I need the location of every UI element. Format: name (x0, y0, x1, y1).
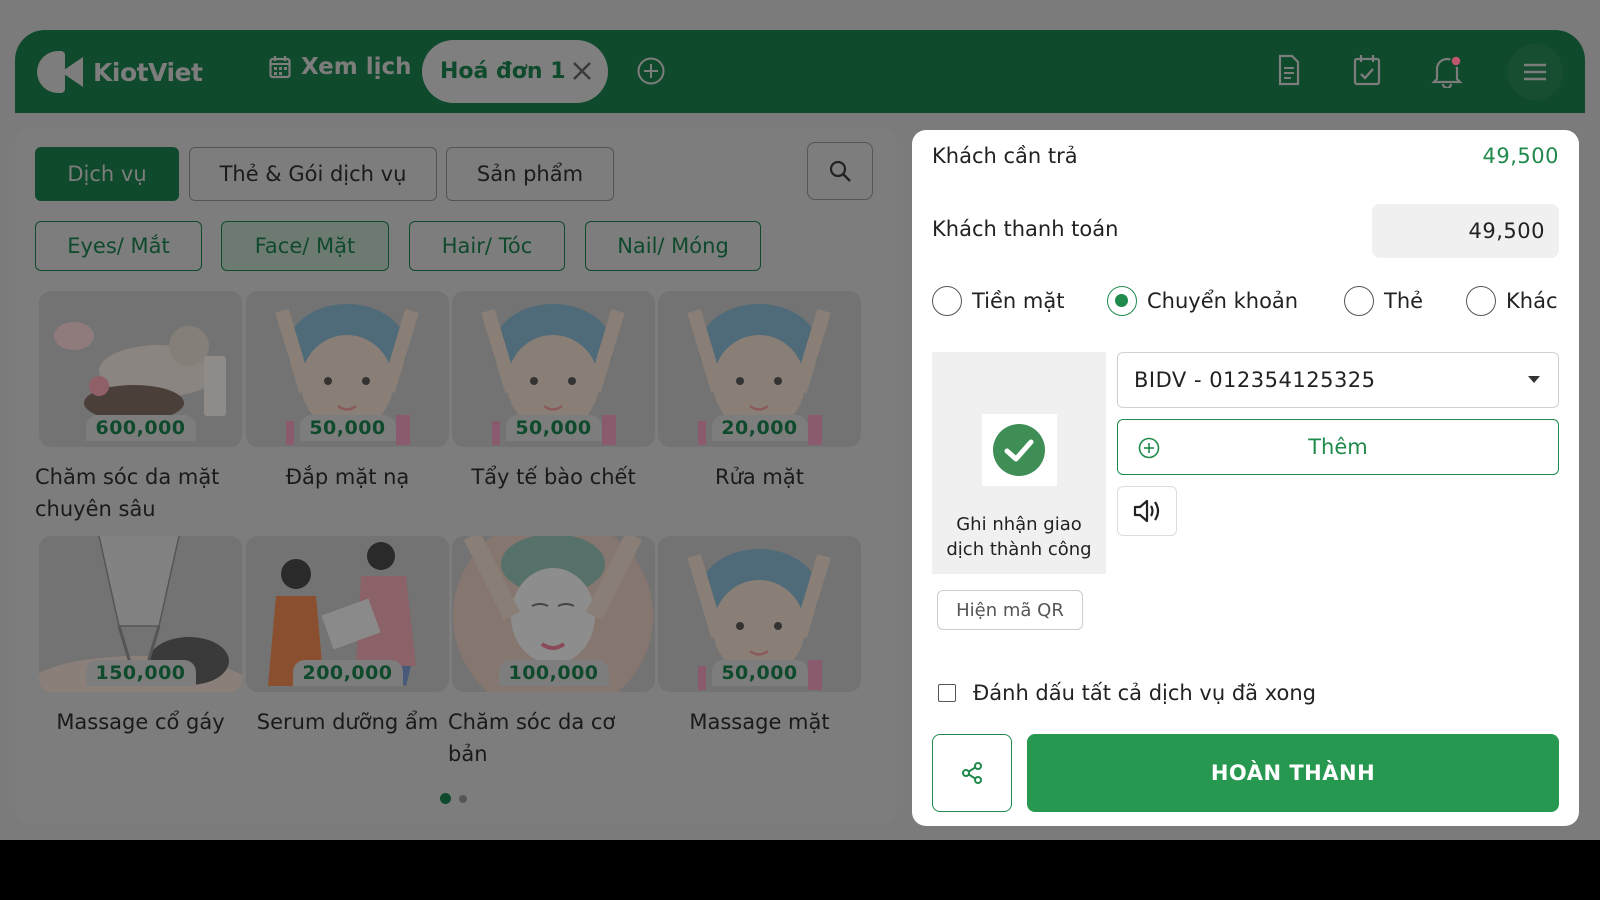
customer-paid-label: Khách thanh toán (932, 217, 1119, 241)
add-account-label: Thêm (1308, 435, 1368, 459)
check-circle-icon (993, 424, 1045, 476)
service-price: 150,000 (85, 660, 196, 686)
mark-all-label: Đánh dấu tất cả dịch vụ đã xong (973, 681, 1316, 705)
service-name: Serum dưỡng ẩm (256, 710, 439, 734)
pagination-dots[interactable] (440, 793, 467, 804)
search-button[interactable] (807, 142, 873, 200)
close-icon[interactable] (570, 59, 594, 83)
amount-due-label: Khách cần trả (932, 144, 1078, 168)
radio-circle[interactable] (1344, 286, 1374, 316)
service-price: 600,000 (85, 415, 196, 441)
service-name: Massage mặt (689, 710, 830, 734)
radio-circle-selected[interactable] (1107, 286, 1137, 316)
show-qr-button[interactable]: Hiện mã QR (937, 590, 1083, 630)
bell-icon[interactable] (1431, 54, 1463, 88)
service-name: Massage cổ gáy (56, 710, 225, 734)
service-card[interactable]: 20,000 Rửa mặt (658, 291, 861, 493)
service-image: 200,000 (246, 536, 449, 692)
mark-all-done[interactable]: Đánh dấu tất cả dịch vụ đã xong (938, 681, 1316, 705)
brand-logo: KiotViet (37, 51, 203, 93)
service-image: 600,000 (39, 291, 242, 447)
schedule-label: Xem lịch (301, 54, 412, 80)
service-name: Đắp mặt nạ (285, 465, 410, 489)
service-price: 50,000 (299, 415, 396, 441)
sound-toggle-button[interactable] (1117, 486, 1177, 536)
service-card[interactable]: 100,000 Chăm sóc da cơ bản (448, 536, 655, 770)
tab-invoice-label: Hoá đơn 1 (440, 59, 566, 84)
kiotviet-logo-icon (37, 51, 83, 93)
service-card[interactable]: 50,000 Tẩy tế bào chết (452, 291, 655, 493)
app-screen: KiotViet Xem lịch Hoá đơn 1 Dịch vụ Thẻ … (0, 0, 1600, 840)
complete-button[interactable]: HOÀN THÀNH (1027, 734, 1559, 812)
tab-products[interactable]: Sản phẩm (446, 147, 614, 201)
service-card[interactable]: 150,000 Massage cổ gáy (39, 536, 242, 738)
radio-circle[interactable] (932, 286, 962, 316)
chevron-down-icon (1528, 376, 1540, 383)
radio-circle[interactable] (1466, 286, 1496, 316)
service-card[interactable]: 600,000 Chăm sóc da mặt chuyên sâu (35, 291, 242, 525)
service-name: Chăm sóc da cơ bản (448, 710, 616, 766)
menu-button[interactable] (1507, 44, 1563, 100)
method-other[interactable]: Khác (1466, 286, 1558, 316)
customer-paid-input[interactable]: 49,500 (1372, 204, 1559, 258)
bank-account-select[interactable]: BIDV - 012354125325 (1117, 352, 1559, 408)
page-dot-active[interactable] (440, 793, 451, 804)
add-tab-icon[interactable] (636, 56, 666, 86)
subtab-eyes[interactable]: Eyes/ Mắt (35, 221, 202, 271)
service-name: Tẩy tế bào chết (471, 465, 636, 489)
method-label: Khác (1506, 289, 1558, 313)
speaker-icon (1133, 499, 1160, 523)
method-label: Tiền mặt (972, 289, 1065, 313)
service-card[interactable]: 50,000 Đắp mặt nạ (246, 291, 449, 493)
service-image: 50,000 (246, 291, 449, 447)
service-price: 50,000 (505, 415, 602, 441)
service-image: 50,000 (452, 291, 655, 447)
service-image: 150,000 (39, 536, 242, 692)
share-button[interactable] (932, 734, 1012, 812)
service-name: Rửa mặt (714, 465, 804, 489)
method-label: Thẻ (1384, 289, 1424, 313)
share-icon (962, 762, 982, 784)
service-image: 20,000 (658, 291, 861, 447)
top-header: KiotViet Xem lịch Hoá đơn 1 (15, 30, 1585, 113)
search-icon (829, 160, 851, 182)
plus-circle-icon (1138, 437, 1160, 459)
bottom-bar (0, 840, 1600, 900)
service-catalog-panel: Dịch vụ Thẻ & Gói dịch vụ Sản phẩm Eyes/… (15, 128, 897, 824)
method-cash[interactable]: Tiền mặt (932, 286, 1064, 316)
method-label: Chuyển khoản (1147, 289, 1299, 313)
subtab-nail[interactable]: Nail/ Móng (585, 221, 761, 271)
brand-name: KiotViet (93, 57, 203, 87)
add-account-button[interactable]: Thêm (1117, 419, 1559, 475)
service-price: 100,000 (498, 660, 609, 686)
subtab-face[interactable]: Face/ Mặt (221, 221, 389, 271)
service-card[interactable]: 200,000 Serum dưỡng ẩm (246, 536, 449, 738)
service-image: 50,000 (658, 536, 861, 692)
success-message: Ghi nhận giao dịch thành công (946, 514, 1092, 560)
service-price: 200,000 (292, 660, 403, 686)
menu-icon (1524, 63, 1546, 81)
schedule-link[interactable]: Xem lịch (269, 54, 411, 80)
service-price: 20,000 (711, 415, 808, 441)
calendar-icon (269, 56, 291, 79)
method-transfer[interactable]: Chuyển khoản (1107, 286, 1298, 316)
invoice-icon[interactable] (1277, 54, 1301, 86)
calendar-check-icon[interactable] (1353, 54, 1381, 86)
service-price: 50,000 (711, 660, 808, 686)
transaction-status-box: Ghi nhận giao dịch thành công (932, 352, 1106, 574)
method-card[interactable]: Thẻ (1344, 286, 1423, 316)
payment-panel: Khách cần trả 49,500 Khách thanh toán 49… (912, 130, 1579, 826)
tab-services[interactable]: Dịch vụ (35, 147, 179, 201)
service-card[interactable]: 50,000 Massage mặt (658, 536, 861, 738)
success-badge (981, 414, 1057, 486)
service-name: Chăm sóc da mặt chuyên sâu (35, 465, 220, 521)
tab-cards-packages[interactable]: Thẻ & Gói dịch vụ (189, 147, 437, 201)
subtab-hair[interactable]: Hair/ Tóc (409, 221, 565, 271)
page-dot[interactable] (459, 794, 467, 803)
mark-all-checkbox[interactable] (938, 684, 956, 702)
bank-account-value: BIDV - 012354125325 (1134, 368, 1376, 392)
tab-invoice-1[interactable]: Hoá đơn 1 (422, 40, 608, 103)
service-image: 100,000 (452, 536, 655, 692)
amount-due-value: 49,500 (1482, 144, 1559, 168)
